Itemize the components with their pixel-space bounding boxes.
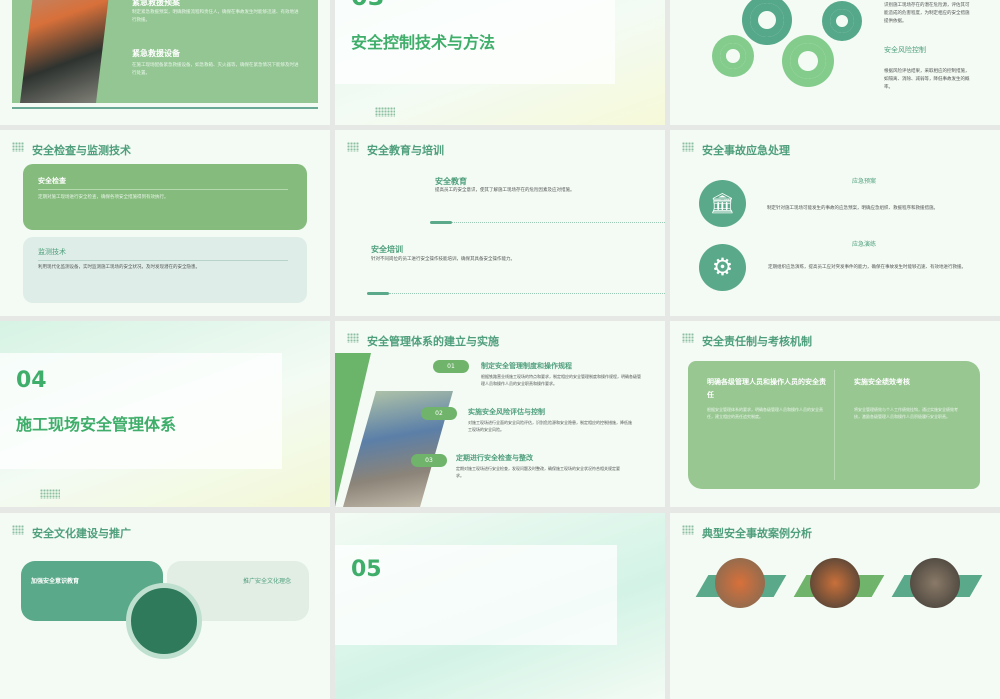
case-photo-1 — [715, 558, 765, 608]
column-text: 将安全管理绩效与个人工作绩效挂钩，通过实施安全绩效考核，激励各级管理人员和操作人… — [854, 407, 958, 419]
item-title: 安全培训 — [371, 245, 403, 254]
column-title: 明确各级管理人员和操作人员的安全责任 — [707, 378, 826, 399]
slide-thumbnail-section-04[interactable]: 04 施工现场安全管理体系 — [0, 321, 330, 507]
bank-icon: 🏛 — [699, 180, 746, 227]
step-badge: 01 — [433, 360, 469, 373]
case-photo-2 — [810, 558, 860, 608]
slide-thumbnail-safety-inspection[interactable]: 安全检查与监测技术 安全检查 定期对施工现场进行安全检查，确保各项安全措施得到有… — [0, 130, 330, 316]
step-badge: 02 — [421, 407, 457, 420]
item-title: 安全教育 — [435, 177, 467, 186]
slide-title: 安全文化建设与推广 — [32, 527, 131, 540]
step-text: 根据铁路营业线施工现场的特点和要求，制定相应的安全管理制度和操作规程，明确各级管… — [481, 374, 641, 386]
item-title: 应急预案 — [852, 178, 877, 185]
slide-thumbnail-responsibility[interactable]: 安全责任制与考核机制 明确各级管理人员和操作人员的安全责任 根据安全管理体系的要… — [670, 321, 1000, 507]
case-photo-3 — [910, 558, 960, 608]
head-gear-icon — [822, 1, 862, 41]
slide-thumbnail-section-03[interactable]: 03 安全控制技术与方法 — [335, 0, 665, 125]
item-text: 提高员工的安全意识，使其了解施工现场存在的危险因素及应对措施。 — [435, 188, 575, 193]
slide-thumbnail-emergency-rescue[interactable]: 紧急救援预案 制定紧急救援预案，明确救援流程和责任人，确保在事故发生时能够迅速、… — [0, 0, 330, 125]
slide-thumbnail-emergency-response[interactable]: 安全事故应急处理 🏛 ⚙ 应急预案 制定针对施工现场可能发生的事故的应急预案，明… — [670, 130, 1000, 316]
slide-title: 安全检查与监测技术 — [32, 144, 131, 157]
step-badge: 03 — [411, 454, 447, 467]
slide-title: 安全管理体系的建立与实施 — [367, 335, 499, 348]
gear-icon: ⚙ — [699, 244, 746, 291]
item-text: 定期组织应急演练，提高员工应对突发事件的能力，确保在事故发生时能够迅速、有效地进… — [768, 265, 966, 270]
step-title: 定期进行安全检查与整改 — [456, 454, 533, 462]
text: 识别施工现场存在的潜在危险源，评估其可能造成的危害程度，为制定相应的安全措施提供… — [884, 3, 970, 24]
item-text: 制定针对施工现场可能发生的事故的应急预案，明确应急组织、救援程序和救援措施。 — [767, 206, 938, 211]
slide-title: 典型安全事故案例分析 — [702, 527, 812, 540]
slide-thumbnail-risk-control[interactable]: 识别施工现场存在的潜在危险源，评估其可能造成的危害程度，为制定相应的安全措施提供… — [670, 0, 1000, 125]
slide-thumbnail-case-analysis[interactable]: 典型安全事故案例分析 — [670, 513, 1000, 699]
section-number: 04 — [16, 368, 47, 393]
card-text: 定期对施工现场进行安全检查，确保各项安全措施得到有效执行。 — [38, 195, 169, 200]
section-number: 03 — [351, 0, 384, 11]
column-title: 实施安全绩效考核 — [854, 378, 910, 386]
slide-thumbnail-section-05[interactable]: 05 — [335, 513, 665, 699]
column-text: 根据安全管理体系的要求，明确各级管理人员和操作人员的安全责任，建立相应的责任追究… — [707, 407, 823, 419]
step-text: 对施工现场进行全面的安全风险评估，识别危险源和安全隐患，制定相应的控制措施，降低… — [468, 420, 632, 432]
slide-title: 安全责任制与考核机制 — [702, 335, 812, 348]
step-title: 实施安全风险评估与控制 — [468, 408, 545, 416]
heading: 安全风险控制 — [884, 46, 926, 54]
card-text: 利用现代化监测设备，实时监测施工现场的安全状况，及时发现潜在的安全隐患。 — [38, 265, 200, 270]
section-title: 安全控制技术与方法 — [351, 33, 496, 52]
item-title: 应急演练 — [852, 241, 877, 248]
text: 制定紧急救援预案，明确救援流程和责任人，确保在事故发生时能够迅速、有效地进行救援… — [132, 10, 299, 23]
section-title: 施工现场安全管理体系 — [16, 415, 177, 434]
chart-gear-icon — [742, 0, 792, 45]
card-title: 监测技术 — [38, 248, 66, 256]
cogs-gear-icon — [712, 35, 754, 77]
target-gear-icon — [782, 35, 834, 87]
slide-title: 安全事故应急处理 — [702, 144, 790, 157]
step-text: 定期对施工现场进行安全检查，发现问题及时整改，确保施工现场的安全状况符合相关规定… — [456, 466, 620, 478]
step-title: 制定安全管理制度和操作规程 — [481, 362, 572, 370]
text: 在施工现场配备紧急救援设备，如急救箱、灭火器等，确保在紧急情况下能够及时进行处置… — [132, 63, 299, 76]
slide-thumbnail-management-system[interactable]: 安全管理体系的建立与实施 01 制定安全管理制度和操作规程 根据铁路营业线施工现… — [335, 321, 665, 507]
slide-thumbnail-safety-culture[interactable]: 安全文化建设与推广 加强安全意识教育 推广安全文化理念 — [0, 513, 330, 699]
slide-thumbnail-safety-education[interactable]: 安全教育与培训 安全教育 提高员工的安全意识，使其了解施工现场存在的危险因素及应… — [335, 130, 665, 316]
section-number: 05 — [351, 557, 382, 582]
card-title: 加强安全意识教育 — [31, 578, 80, 585]
heading: 紧急救援设备 — [132, 49, 180, 58]
text: 根据风险评估结果，采取相应的控制措施，如隔离、消除、减弱等，降低事故发生的概率。 — [884, 69, 970, 90]
slide-title: 安全教育与培训 — [367, 144, 444, 157]
heading: 紧急救援预案 — [132, 0, 180, 7]
card-title: 推广安全文化理念 — [243, 578, 292, 585]
item-text: 针对不同岗位的员工进行安全操作技能培训，确保其具备安全操作能力。 — [371, 257, 515, 262]
progress-line — [12, 107, 318, 109]
card-title: 安全检查 — [38, 177, 66, 185]
